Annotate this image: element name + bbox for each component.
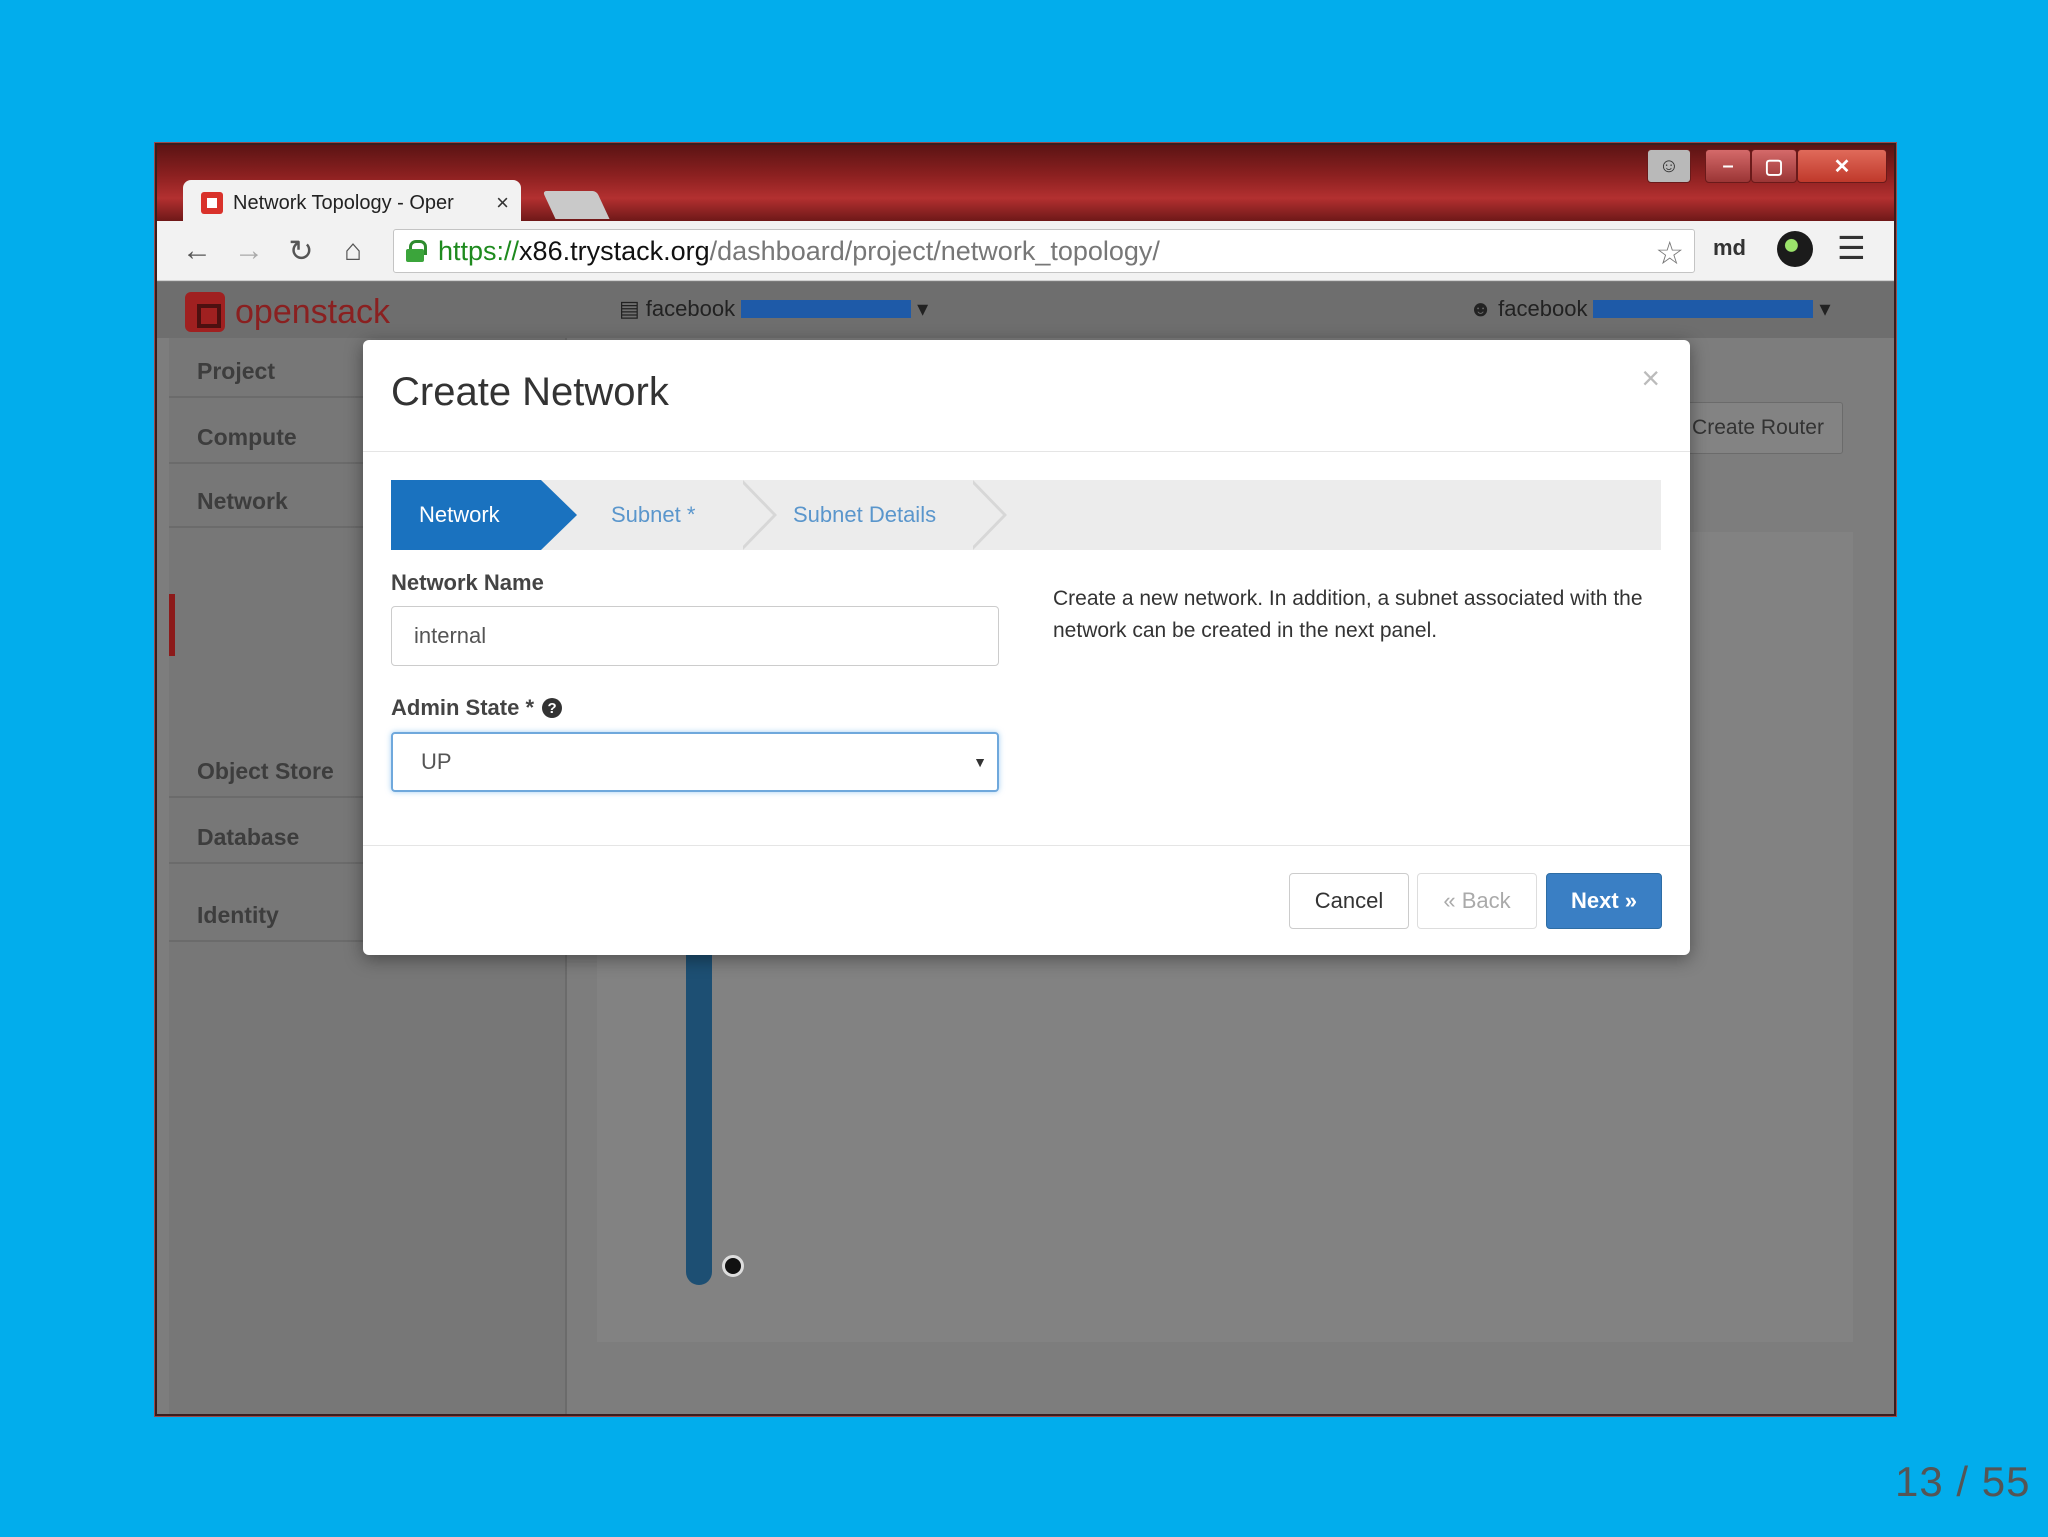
chevron-down-icon: ▾	[1819, 296, 1831, 321]
back-arrow-icon[interactable]: ←	[177, 231, 217, 271]
minimize-icon[interactable]: –	[1705, 149, 1751, 183]
modal-title: Create Network	[391, 370, 669, 414]
extension-circle-icon[interactable]	[1777, 231, 1813, 267]
help-text: Create a new network. In addition, a sub…	[1053, 587, 1643, 642]
admin-state-select[interactable]: UP ▼	[391, 732, 999, 792]
window-close-icon[interactable]: ✕	[1797, 149, 1887, 183]
url-scheme: https://	[438, 235, 520, 266]
openstack-logo-icon	[185, 292, 225, 332]
openstack-favicon-icon	[201, 192, 223, 214]
address-bar[interactable]: https://x86.trystack.org/dashboard/proje…	[393, 229, 1695, 273]
user-selector[interactable]: ☻ facebook ▾	[1469, 296, 1831, 322]
step-arrow	[541, 480, 577, 550]
browser-toolbar: ← → ↻ ⌂ https://x86.trystack.org/dashboa…	[157, 221, 1894, 281]
extension-md[interactable]: md	[1713, 235, 1746, 261]
openstack-header: openstack ▤ facebook ▾ ☻ facebook ▾	[157, 282, 1894, 338]
logo-text: openstack	[235, 292, 390, 331]
admin-state-label-row: Admin State * ?	[391, 695, 563, 721]
back-button[interactable]: « Back	[1417, 873, 1537, 929]
reload-icon[interactable]: ↻	[281, 231, 321, 271]
tab-subnet-details[interactable]: Subnet Details	[793, 480, 936, 550]
url-text: https://x86.trystack.org/dashboard/proje…	[438, 236, 1160, 267]
forward-arrow-icon[interactable]: →	[229, 231, 269, 271]
slide-page-number: 13 / 55	[1895, 1458, 2031, 1505]
tab-subnet[interactable]: Subnet *	[611, 480, 695, 550]
bookmark-star-icon[interactable]: ☆	[1655, 234, 1684, 272]
project-icon: ▤	[619, 296, 640, 321]
openstack-logo[interactable]: openstack	[185, 292, 390, 332]
tab-title: Network Topology - Oper	[233, 191, 454, 214]
admin-state-value: UP	[421, 749, 452, 774]
wizard-steps: Network Subnet * Subnet Details	[391, 480, 1661, 550]
divider	[363, 451, 1690, 452]
url-path: /dashboard/project/network_topology/	[709, 235, 1160, 266]
lock-icon	[406, 240, 427, 262]
url-host: x86.trystack.org	[519, 235, 710, 266]
home-icon[interactable]: ⌂	[333, 231, 373, 271]
admin-state-label: Admin State *	[391, 695, 535, 720]
divider	[363, 845, 1690, 846]
step-arrow	[969, 480, 1007, 550]
project-selector[interactable]: ▤ facebook ▾	[619, 296, 928, 322]
network-name-input[interactable]: internal	[391, 606, 999, 666]
profile-icon[interactable]: ☺	[1647, 149, 1691, 183]
maximize-icon[interactable]: ▢	[1751, 149, 1797, 183]
browser-menu-icon[interactable]: ☰	[1837, 229, 1866, 267]
new-tab-button[interactable]	[542, 191, 610, 219]
next-button[interactable]: Next »	[1546, 873, 1662, 929]
globe-icon	[722, 1255, 744, 1277]
cancel-button[interactable]: Cancel	[1289, 873, 1409, 929]
chevron-down-icon: ▼	[973, 754, 987, 770]
help-icon[interactable]: ?	[542, 698, 563, 718]
redacted-id	[741, 300, 912, 318]
browser-tab[interactable]: Network Topology - Oper ×	[183, 180, 521, 226]
tab-network[interactable]: Network	[391, 480, 541, 550]
title-bar: Network Topology - Oper × ☺ – ▢ ✕	[157, 145, 1894, 226]
active-indicator	[169, 594, 175, 656]
create-router-button[interactable]: Create Router	[1673, 402, 1843, 454]
chevron-down-icon: ▾	[917, 296, 929, 321]
user-icon: ☻	[1469, 296, 1493, 321]
create-network-modal: Create Network × Network Subnet * Subnet…	[363, 340, 1690, 955]
project-name: facebook	[645, 296, 736, 321]
close-icon[interactable]: ×	[1641, 360, 1660, 397]
network-name-label: Network Name	[391, 570, 544, 595]
redacted-id	[1593, 300, 1814, 318]
user-name: facebook	[1498, 296, 1588, 321]
tab-close-icon[interactable]: ×	[496, 190, 509, 216]
step-arrow	[739, 480, 777, 550]
